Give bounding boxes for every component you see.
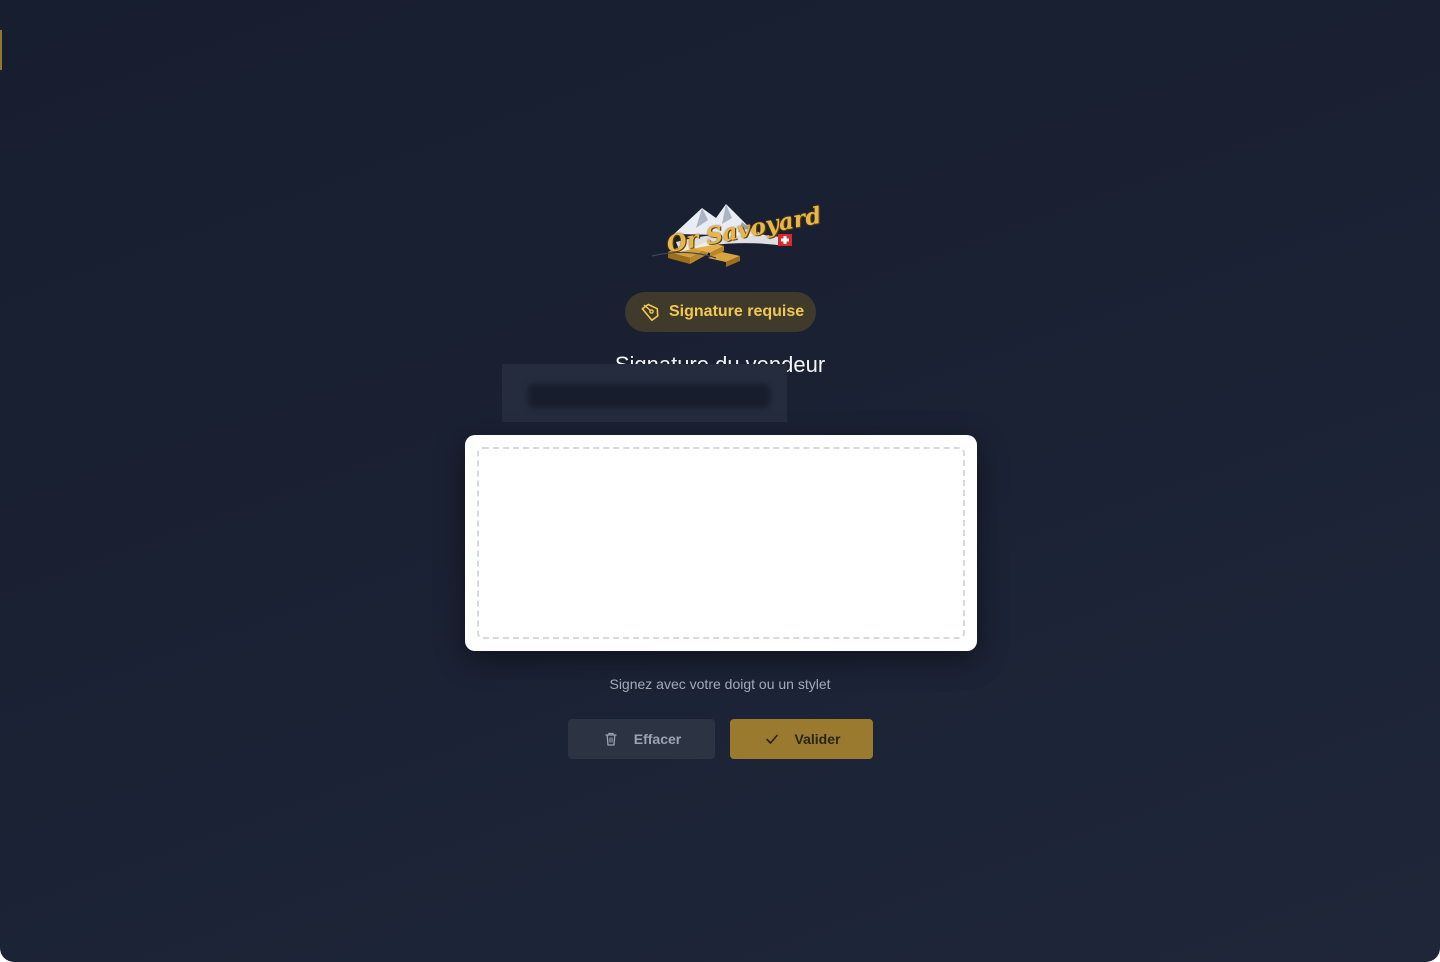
clear-button-label: Effacer	[633, 731, 682, 747]
validate-button-label: Valider	[794, 731, 841, 747]
redacted-subtitle-blur	[528, 384, 770, 408]
signature-pad-card	[465, 435, 977, 651]
clear-button[interactable]: Effacer	[568, 719, 715, 759]
signature-required-badge: Signature requise	[625, 292, 816, 332]
signature-required-label: Signature requise	[669, 303, 805, 320]
signature-window: Or Savoyard Signature requise Signature …	[0, 0, 1440, 962]
pen-nib-icon	[641, 302, 661, 322]
trash-icon	[602, 730, 620, 748]
signature-screen: Or Savoyard Signature requise Signature …	[0, 0, 1440, 962]
signature-canvas[interactable]	[477, 447, 965, 639]
check-icon	[763, 730, 781, 748]
signature-hint: Signez avec votre doigt ou un stylet	[609, 676, 831, 692]
validate-button[interactable]: Valider	[730, 719, 873, 759]
